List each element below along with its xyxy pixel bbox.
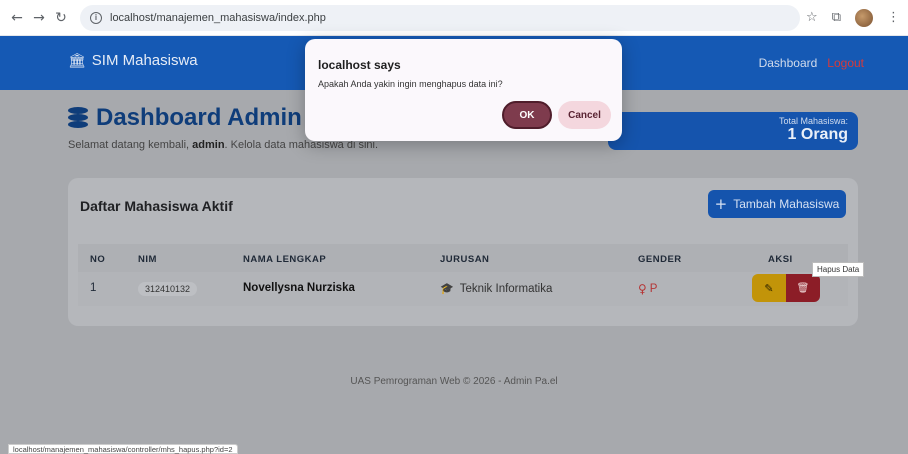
add-student-label: Tambah Mahasiswa bbox=[733, 197, 840, 211]
delete-button[interactable]: 🗑 bbox=[786, 274, 820, 302]
column-header: AKSI bbox=[768, 254, 793, 265]
column-header: NIM bbox=[138, 254, 157, 265]
students-table-card: Daftar Mahasiswa Aktif + Tambah Mahasisw… bbox=[68, 178, 858, 326]
menu-kebab-icon[interactable]: ⋮ bbox=[887, 10, 900, 25]
row-jurusan: 🎓 Teknik Informatika bbox=[440, 282, 552, 295]
table-header: NO NIM NAMA LENGKAP JURUSAN GENDER AKSI bbox=[78, 244, 848, 272]
page-title: Dashboard Admin bbox=[68, 104, 302, 132]
back-arrow-icon[interactable]: ← bbox=[6, 7, 28, 29]
female-icon: ♀ bbox=[638, 282, 647, 296]
status-bar-url: localhost/manajemen_mahasiswa/controller… bbox=[8, 444, 238, 454]
brand-label: SIM Mahasiswa bbox=[91, 52, 198, 69]
info-icon[interactable]: i bbox=[90, 11, 102, 24]
row-actions: ✎ 🗑 bbox=[752, 274, 820, 302]
profile-avatar[interactable] bbox=[855, 8, 873, 27]
row-no: 1 bbox=[90, 282, 97, 294]
edit-icon: ✎ bbox=[764, 281, 774, 295]
nav-logout-link[interactable]: Logout bbox=[827, 56, 864, 70]
edit-button[interactable]: ✎ bbox=[752, 274, 786, 302]
total-value: 1 Orang bbox=[787, 126, 848, 143]
row-nim-badge: 312410132 bbox=[138, 282, 198, 296]
bookmark-star-icon[interactable]: ☆ bbox=[806, 10, 818, 25]
row-name: Novellysna Nurziska bbox=[243, 282, 355, 294]
welcome-username: admin bbox=[192, 139, 225, 151]
dialog-title: localhost says bbox=[318, 58, 401, 72]
table-row: 1 312410132 Novellysna Nurziska 🎓 Teknik… bbox=[78, 272, 848, 306]
confirm-dialog: localhost says Apakah Anda yakin ingin m… bbox=[305, 39, 622, 141]
row-gender: ♀ P bbox=[638, 282, 657, 296]
forward-arrow-icon[interactable]: → bbox=[28, 7, 50, 29]
address-bar[interactable]: i localhost/manajemen_mahasiswa/index.ph… bbox=[80, 4, 800, 31]
brand[interactable]: 🏛 SIM Mahasiswa bbox=[68, 52, 198, 69]
table-title: Daftar Mahasiswa Aktif bbox=[80, 198, 233, 214]
database-icon bbox=[68, 107, 88, 129]
plus-icon: + bbox=[714, 195, 728, 213]
column-header: NAMA LENGKAP bbox=[243, 254, 327, 265]
browser-toolbar: ← → ↻ i localhost/manajemen_mahasiswa/in… bbox=[0, 0, 908, 36]
dialog-ok-button[interactable]: OK bbox=[502, 101, 552, 129]
row-gender-text: P bbox=[649, 283, 658, 295]
university-icon: 🏛 bbox=[68, 52, 86, 69]
dialog-cancel-button[interactable]: Cancel bbox=[558, 101, 611, 129]
total-students-card: Total Mahasiswa: 1 Orang bbox=[608, 112, 858, 150]
column-header: GENDER bbox=[638, 254, 682, 265]
graduation-cap-icon: 🎓 bbox=[440, 282, 454, 295]
column-header: NO bbox=[90, 254, 106, 265]
reload-icon[interactable]: ↻ bbox=[50, 7, 72, 29]
column-header: JURUSAN bbox=[440, 254, 490, 265]
trash-icon: 🗑 bbox=[796, 282, 810, 294]
page-title-text: Dashboard Admin bbox=[96, 104, 302, 131]
url-text: localhost/manajemen_mahasiswa/index.php bbox=[110, 11, 326, 24]
delete-tooltip: Hapus Data bbox=[812, 262, 865, 277]
row-jurusan-text: Teknik Informatika bbox=[459, 282, 553, 295]
dialog-message: Apakah Anda yakin ingin menghapus data i… bbox=[318, 79, 503, 89]
nav-dashboard-link[interactable]: Dashboard bbox=[759, 56, 818, 70]
extensions-icon[interactable]: ⧉ bbox=[832, 10, 841, 25]
footer: UAS Pemrograman Web © 2026 - Admin Pa.el bbox=[350, 376, 558, 387]
total-label: Total Mahasiswa: bbox=[778, 116, 848, 126]
add-student-button[interactable]: + Tambah Mahasiswa bbox=[708, 190, 846, 218]
